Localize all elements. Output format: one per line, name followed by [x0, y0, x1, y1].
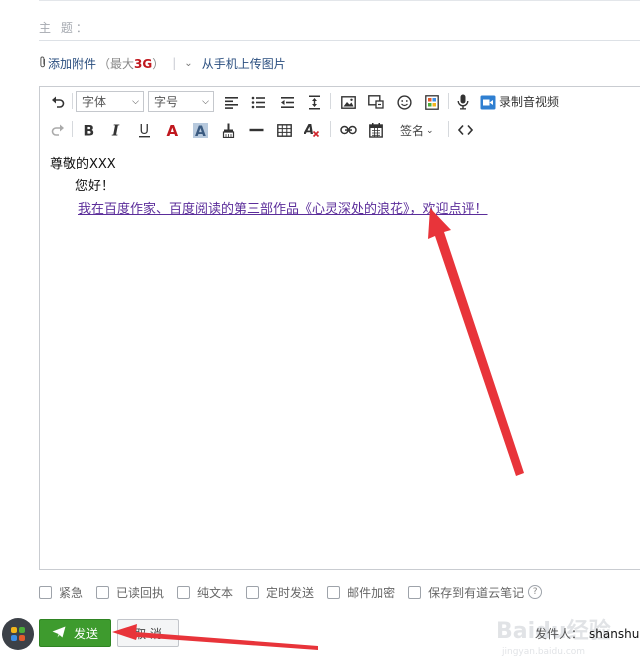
- scheduled-send-checkbox[interactable]: 定时发送: [246, 584, 314, 601]
- subject-label: 主 题：: [39, 21, 91, 35]
- save-to-youdao-checkbox[interactable]: 保存到有道云笔记?: [408, 584, 543, 601]
- attachment-limit-value: 3G: [134, 56, 153, 71]
- svg-text:A: A: [167, 123, 179, 138]
- background-color-icon[interactable]: A: [189, 119, 211, 141]
- send-button[interactable]: 发送: [39, 619, 111, 647]
- plain-text-checkbox[interactable]: 纯文本: [177, 584, 233, 601]
- underline-icon[interactable]: U: [133, 119, 155, 141]
- watermark-subtext: jingyan.baidu.com: [501, 647, 585, 657]
- help-icon[interactable]: ?: [528, 585, 543, 599]
- svg-text:B: B: [83, 124, 94, 138]
- book-link[interactable]: 我在百度作家、百度阅读的第三部作品《心灵深处的浪花》，欢迎点评！: [78, 198, 488, 217]
- chevron-down-icon[interactable]: ⌄: [184, 58, 192, 69]
- video-icon[interactable]: [477, 91, 499, 113]
- add-attachment-link[interactable]: 添加附件: [48, 55, 96, 72]
- horizontal-rule-icon[interactable]: [245, 119, 267, 141]
- attachment-bar: 添加附件 （最大3G） | ⌄ 从手机上传图片: [39, 54, 286, 72]
- cancel-button[interactable]: 取 消: [117, 619, 179, 647]
- screenshot-icon[interactable]: [365, 91, 387, 113]
- greeting-text: 尊敬的XXX: [50, 157, 116, 172]
- italic-icon[interactable]: I: [105, 119, 127, 141]
- sender-info: 发件人： shanshu: [535, 625, 639, 642]
- align-left-icon[interactable]: [220, 91, 242, 113]
- toolbar-divider: [72, 121, 73, 137]
- send-options: 紧急 已读回执 纯文本 定时发送 邮件加密 保存到有道云笔记?: [39, 584, 555, 600]
- checkbox-box[interactable]: [39, 585, 52, 599]
- outdent-icon[interactable]: [276, 91, 298, 113]
- sender-name: shanshu: [589, 627, 640, 641]
- toolbar-divider: [330, 93, 331, 109]
- hello-text: 您好！: [75, 179, 115, 194]
- attachment-limit: （最大3G）: [98, 56, 165, 71]
- line-height-icon[interactable]: [303, 91, 325, 113]
- font-size-select[interactable]: 字号 ⌵: [148, 91, 214, 112]
- chevron-down-icon: ⌵: [132, 96, 139, 107]
- svg-text:A: A: [304, 123, 314, 138]
- toolbar-divider: [448, 121, 449, 137]
- bold-icon[interactable]: B: [77, 119, 99, 141]
- svg-text:A: A: [195, 124, 206, 138]
- paperclip-icon: [39, 56, 47, 71]
- checkbox-box[interactable]: [408, 585, 422, 599]
- table-icon[interactable]: [273, 119, 295, 141]
- paper-plane-icon: [52, 626, 66, 641]
- rich-text-editor: 字体 ⌵ 字号 ⌵ 录制音视频 B I U A A A 签名 ⌄ 尊敬的XXX …: [39, 86, 640, 570]
- editor-toolbar: 字体 ⌵ 字号 ⌵ 录制音视频 B I U A A A 签名 ⌄: [40, 87, 640, 146]
- image-icon[interactable]: [337, 91, 359, 113]
- app-grid-icon[interactable]: [2, 618, 34, 650]
- format-brush-icon[interactable]: [217, 119, 239, 141]
- chevron-down-icon: ⌄: [426, 125, 434, 136]
- toolbar-divider: [72, 93, 73, 109]
- template-icon[interactable]: [421, 91, 443, 113]
- checkbox-box[interactable]: [96, 585, 110, 599]
- checkbox-box[interactable]: [327, 585, 341, 599]
- record-av-label[interactable]: 录制音视频: [499, 93, 559, 110]
- toolbar-divider: [330, 121, 331, 137]
- read-receipt-checkbox[interactable]: 已读回执: [96, 584, 164, 601]
- sender-label: 发件人：: [535, 627, 584, 641]
- chevron-down-icon: ⌵: [202, 96, 209, 107]
- redo-icon[interactable]: [47, 119, 69, 141]
- encrypt-mail-checkbox[interactable]: 邮件加密: [327, 584, 395, 601]
- svg-text:U: U: [139, 123, 149, 138]
- subject-field[interactable]: 主 题：: [39, 12, 640, 41]
- svg-text:I: I: [111, 123, 120, 137]
- checkbox-box[interactable]: [246, 585, 260, 599]
- toolbar-divider: [448, 93, 449, 109]
- top-divider: [39, 0, 640, 1]
- font-color-icon[interactable]: A: [161, 119, 183, 141]
- link-icon[interactable]: [337, 119, 359, 141]
- attachment-divider: |: [172, 56, 177, 70]
- undo-icon[interactable]: [47, 91, 69, 113]
- checkbox-box[interactable]: [177, 585, 191, 599]
- upload-from-phone-link[interactable]: 从手机上传图片: [202, 55, 286, 72]
- emoji-icon[interactable]: [393, 91, 415, 113]
- bulleted-list-icon[interactable]: [247, 91, 269, 113]
- calendar-icon[interactable]: [365, 119, 387, 141]
- urgent-checkbox[interactable]: 紧急: [39, 584, 83, 601]
- signature-select[interactable]: 签名 ⌄: [400, 122, 434, 139]
- font-family-select[interactable]: 字体 ⌵: [76, 91, 144, 112]
- clear-format-icon[interactable]: A: [301, 119, 323, 141]
- microphone-icon[interactable]: [452, 91, 474, 113]
- source-code-icon[interactable]: [454, 119, 476, 141]
